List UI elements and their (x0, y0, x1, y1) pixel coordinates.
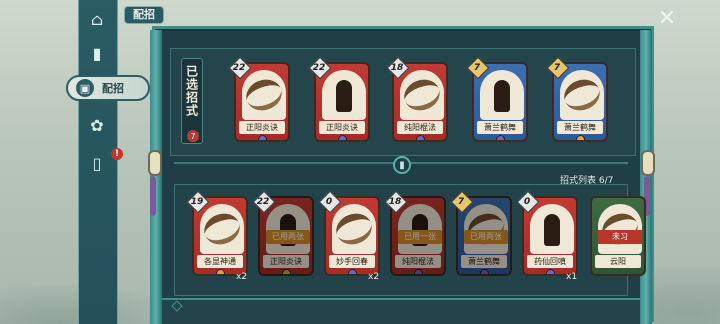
card-gem-icon (576, 135, 585, 140)
card-art (200, 204, 244, 254)
card-status-tag: 已用两张 (464, 230, 508, 244)
card-name: 药仙回嗔 (527, 255, 573, 268)
card-art (398, 204, 442, 254)
card-status-tag: 已用两张 (266, 230, 310, 244)
nav-item-deck-label: 配招 (102, 82, 124, 95)
card-art (400, 70, 444, 120)
bottom-rail (162, 298, 640, 324)
card-art (266, 204, 310, 254)
card-name: 各显神通 (197, 255, 243, 268)
card-illustration (400, 74, 444, 116)
scroll-icon[interactable]: ▯ (83, 150, 111, 176)
card-name: 云阳 (595, 255, 641, 268)
tassel-left (150, 176, 156, 216)
selected-count-badge: 7 (187, 130, 199, 142)
close-button[interactable]: ✕ (656, 8, 678, 30)
card-cost-value: 7 (457, 197, 465, 207)
card-name: 纯阳棍法 (395, 255, 441, 268)
card-name: 萧兰鹤舞 (557, 121, 603, 134)
card-art (598, 204, 642, 254)
page-title: 配招 (124, 6, 164, 24)
card-art (530, 204, 574, 254)
card-cost-value: 18 (390, 63, 404, 73)
card-art (480, 70, 524, 120)
card-cost-value: 22 (312, 63, 326, 73)
card-cost-value: 18 (388, 197, 402, 207)
card-multiplier: x1 (566, 272, 578, 282)
card-cost-value: 0 (325, 197, 333, 207)
card-illustration (336, 80, 352, 112)
card-name: 萧兰鹤舞 (461, 255, 507, 268)
card-gem-icon (414, 269, 423, 274)
card-multiplier: x2 (236, 272, 248, 282)
card-gem-icon (338, 135, 347, 140)
card-gem-icon (416, 135, 425, 140)
card-cost-value: 22 (256, 197, 270, 207)
divider-card-icon: ▮ (393, 156, 411, 174)
card-gem-icon (348, 269, 357, 274)
cards-icon[interactable]: ▮ (83, 40, 111, 66)
card-gem-icon (546, 269, 555, 274)
card-art (560, 70, 604, 120)
card-gem-icon (282, 269, 291, 274)
card-name: 纯阳棍法 (397, 121, 443, 134)
card-illustration (200, 208, 244, 250)
card-illustration (242, 74, 286, 116)
card-art (322, 70, 366, 120)
card-name: 正阳炎诀 (239, 121, 285, 134)
card-cost-value: 0 (523, 197, 531, 207)
card-cost-value: 22 (232, 63, 246, 73)
card-cost-value: 19 (190, 197, 204, 207)
list-card[interactable]: 云阳 未习 (590, 196, 646, 276)
card-illustration (560, 74, 604, 116)
nav-item-deck[interactable]: ▣ 配招 (66, 75, 150, 101)
card-art (332, 204, 376, 254)
card-illustration (544, 214, 560, 246)
card-cost-value: 7 (473, 63, 481, 73)
card-name: 妙手回春 (329, 255, 375, 268)
card-cost-value: 7 (553, 63, 561, 73)
card-gem-icon (216, 269, 225, 274)
scroll-knob-left (148, 150, 162, 176)
card-illustration (332, 208, 376, 250)
card-status-tag: 未习 (598, 230, 642, 244)
card-status-tag: 已用一张 (398, 230, 442, 244)
alert-badge-icon: ! (111, 148, 123, 160)
card-art (242, 70, 286, 120)
card-gem-icon (496, 135, 505, 140)
card-name: 正阳炎诀 (319, 121, 365, 134)
card-name: 萧兰鹤舞 (477, 121, 523, 134)
card-illustration (494, 80, 510, 112)
card-gem-icon (480, 269, 489, 274)
card-multiplier: x2 (368, 272, 380, 282)
card-name: 正阳炎诀 (263, 255, 309, 268)
pagoda-icon[interactable]: ⌂ (83, 6, 111, 32)
scroll-knob-right (641, 150, 655, 176)
card-art (464, 204, 508, 254)
lotus-icon[interactable]: ✿ (83, 112, 111, 138)
deck-icon: ▣ (76, 79, 94, 97)
card-gem-icon (258, 135, 267, 140)
